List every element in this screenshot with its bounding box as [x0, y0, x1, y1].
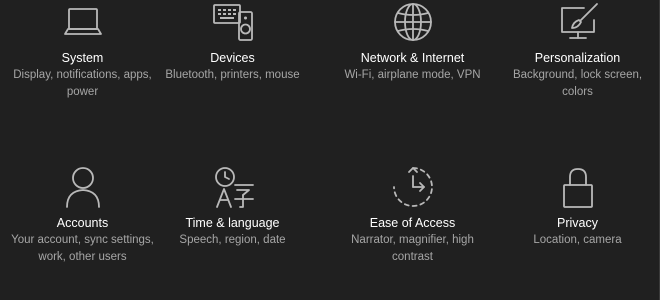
tile-title: Network & Internet [360, 51, 465, 65]
tile-title: Accounts [56, 216, 109, 230]
paint-brush-monitor-icon [554, 0, 602, 48]
language-icon [209, 163, 257, 211]
tile-title: Privacy [557, 216, 598, 230]
tile-description: Location, camera [533, 234, 622, 246]
settings-home: System Display, notifications, apps, pow… [0, 0, 660, 300]
tile-description: Speech, region, date [179, 234, 286, 246]
ease-of-access-icon [389, 163, 437, 211]
tile-title: Time & language [185, 216, 280, 230]
person-icon [59, 163, 107, 211]
tile-title: Personalization [534, 51, 621, 65]
tile-title: System [61, 51, 104, 65]
tile-title: Devices [210, 51, 255, 65]
laptop-icon [59, 0, 107, 48]
tile-description: Background, lock screen, colors [512, 69, 643, 98]
globe-icon [389, 0, 437, 48]
tile-description: Narrator, magnifier, high contrast [351, 234, 474, 263]
tile-description: Display, notifications, apps, power [13, 69, 152, 98]
tile-description: Wi-Fi, airplane mode, VPN [344, 69, 481, 81]
lock-icon [554, 163, 602, 211]
tile-description: Your account, sync settings, work, other… [11, 234, 154, 263]
tile-title: Ease of Access [369, 216, 456, 230]
keyboard-speaker-icon [209, 0, 257, 48]
tile-description: Bluetooth, printers, mouse [165, 69, 300, 81]
